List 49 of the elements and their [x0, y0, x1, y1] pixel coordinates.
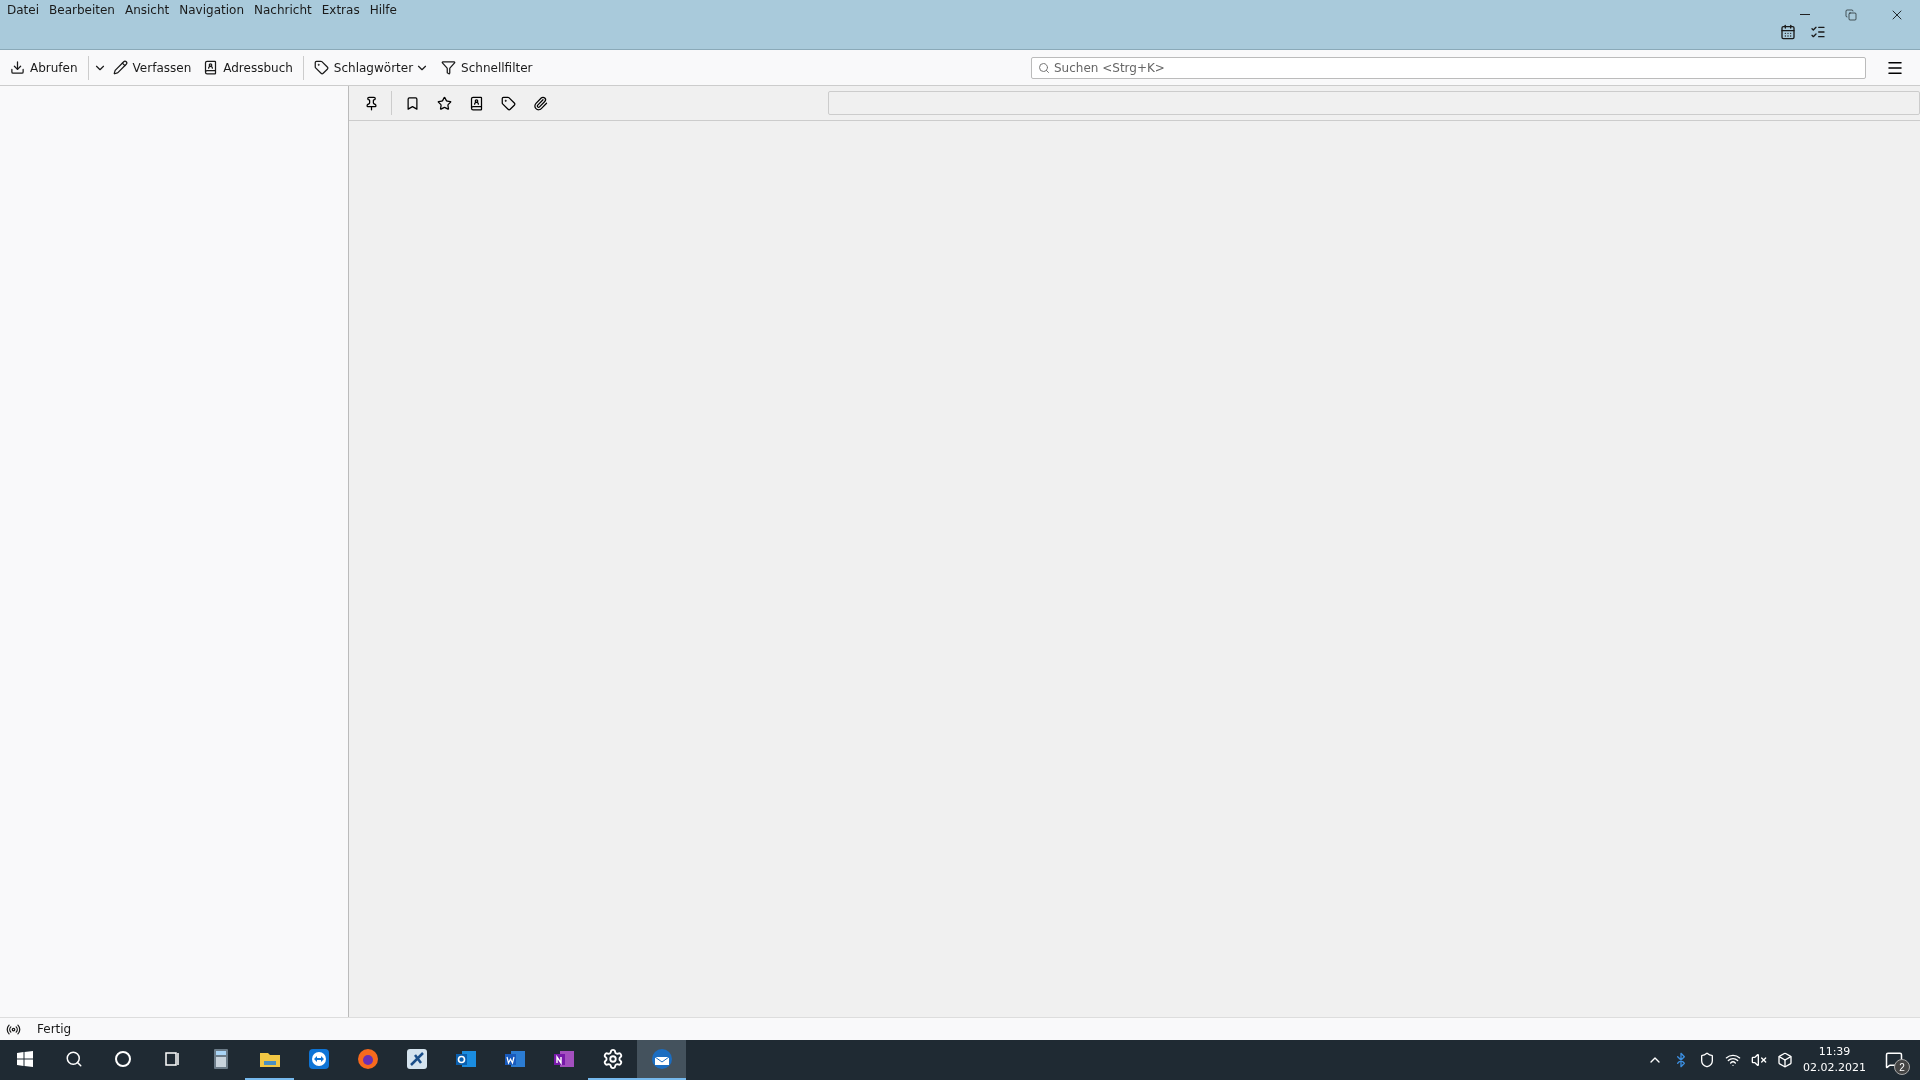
tag-icon: [313, 60, 329, 75]
muted-speaker-icon[interactable]: [1751, 1052, 1767, 1068]
clock[interactable]: 11:39 02.02.2021: [1803, 1044, 1866, 1076]
menu-item[interactable]: Bearbeiten: [44, 3, 120, 17]
minimize-icon: [1800, 14, 1810, 15]
double-arrow-icon: [308, 1049, 329, 1069]
search-icon: [1038, 61, 1050, 74]
paperclip-icon: [532, 95, 548, 111]
calculator-icon: [213, 1049, 228, 1069]
filter-icon: [441, 60, 457, 75]
onenote-icon: [553, 1051, 574, 1067]
checklist-icon[interactable]: [1810, 24, 1826, 40]
search-icon: [64, 1050, 83, 1068]
menu-item[interactable]: Navigation: [174, 3, 249, 17]
get-messages-button[interactable]: Abrufen: [4, 56, 84, 79]
box-icon[interactable]: [1777, 1052, 1793, 1068]
notification-button[interactable]: 2: [1876, 1042, 1912, 1078]
star-icon: [436, 95, 452, 111]
windows-logo-icon: [16, 1051, 33, 1067]
settings-icon: [601, 1048, 624, 1070]
contact-icon: [468, 95, 484, 111]
quick-filter-button[interactable]: Schnellfilter: [435, 56, 539, 79]
circle-icon: [113, 1050, 132, 1068]
address-book-button[interactable]: Adressbuch: [197, 56, 299, 79]
menu-item[interactable]: Ansicht: [119, 3, 175, 17]
tags-button[interactable]: Schlagwörter: [307, 56, 420, 79]
pin-icon: [363, 95, 379, 111]
download-tray-icon: [10, 60, 25, 75]
menu-item[interactable]: Datei: [2, 3, 44, 17]
taskbar-app-button[interactable]: [637, 1040, 686, 1080]
folder-icon: [259, 1053, 280, 1067]
address-book-icon: [203, 60, 219, 75]
shield-icon[interactable]: [1699, 1052, 1715, 1068]
tag-icon: [500, 95, 516, 111]
search-field[interactable]: Suchen <Strg+K>: [1031, 56, 1866, 79]
menu-item[interactable]: Nachricht: [249, 3, 317, 17]
task-view-icon: [162, 1050, 181, 1068]
filter-text-field[interactable]: [828, 91, 1920, 115]
bookmark-icon: [404, 95, 420, 111]
status-text: Fertig: [37, 1022, 72, 1036]
outlook-icon: [455, 1051, 476, 1067]
word-icon: [504, 1051, 525, 1067]
menu-item[interactable]: Hilfe: [364, 3, 402, 17]
calendar-icon[interactable]: [1780, 24, 1796, 40]
menu-item[interactable]: Extras: [316, 3, 365, 17]
compose-button[interactable]: Verfassen: [106, 56, 198, 79]
wifi-icon[interactable]: [1725, 1052, 1741, 1068]
restore-icon: [1845, 8, 1857, 21]
pencil-icon: [112, 60, 128, 75]
